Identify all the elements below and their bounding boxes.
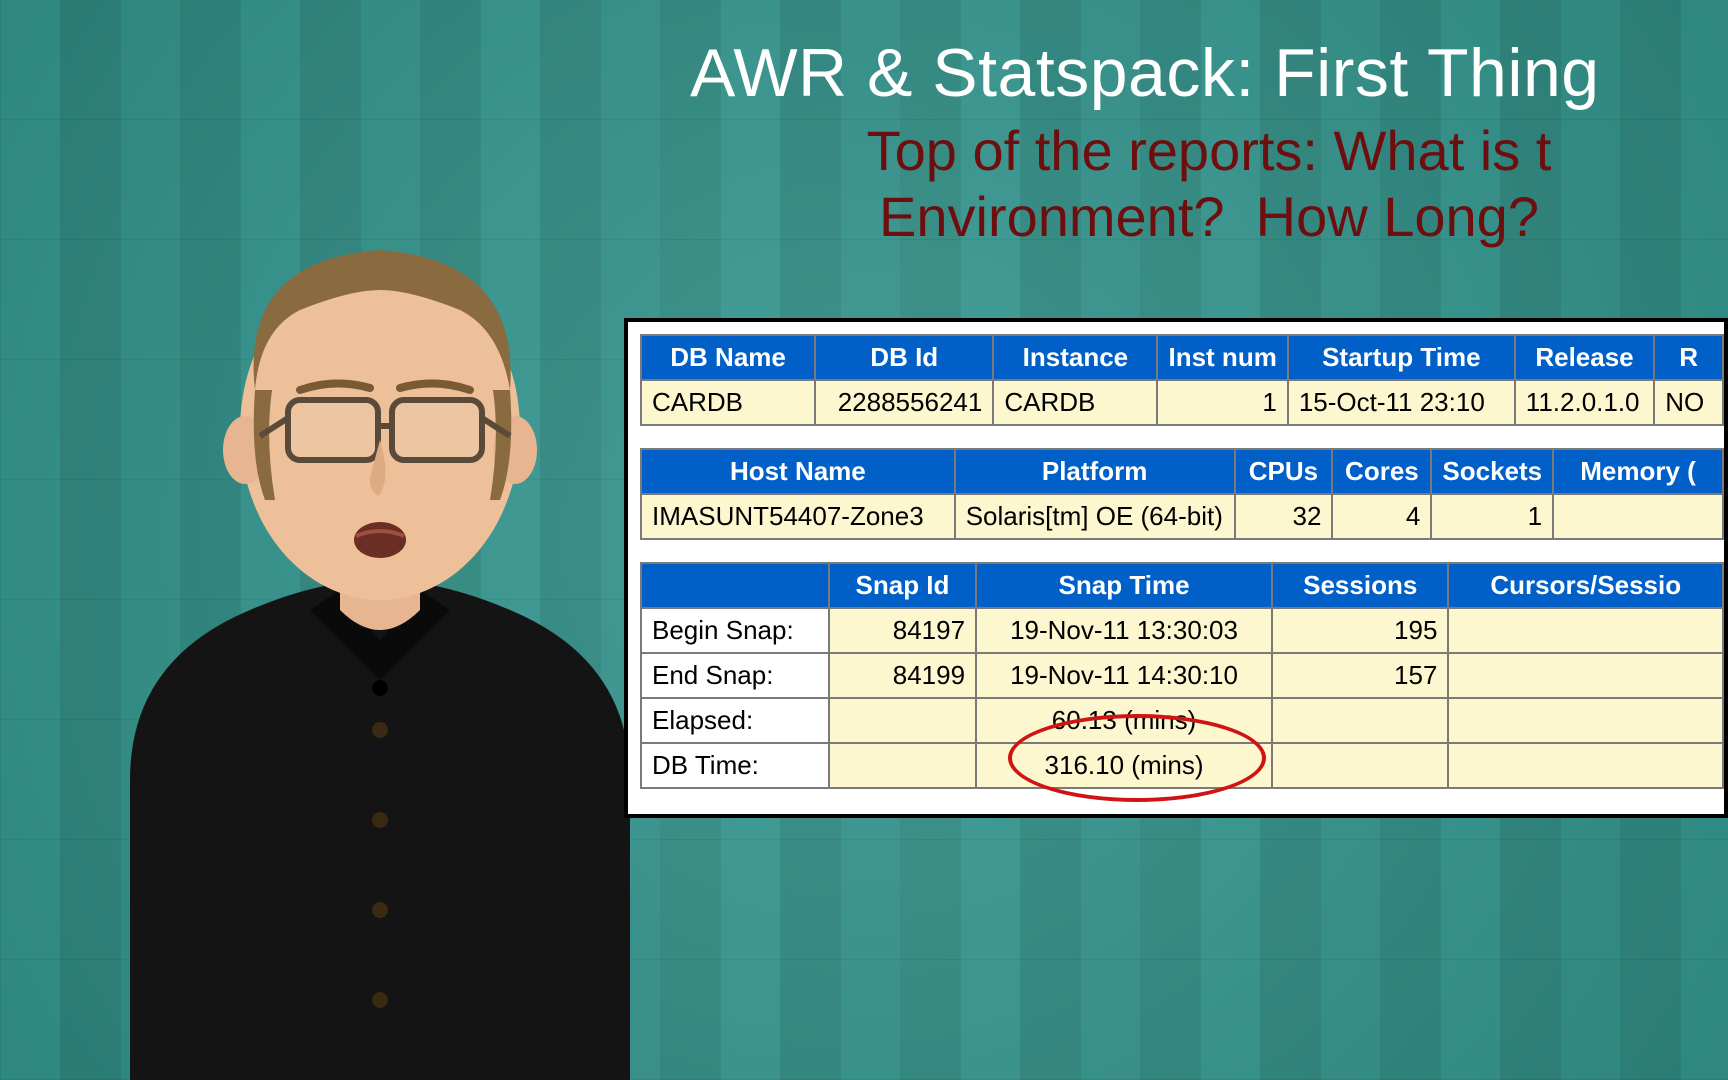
col-startup-time: Startup Time — [1288, 335, 1515, 380]
col-cpus: CPUs — [1235, 449, 1333, 494]
row-label: Begin Snap: — [641, 608, 829, 653]
col-db-name: DB Name — [641, 335, 815, 380]
table-header-row: DB Name DB Id Instance Inst num Startup … — [641, 335, 1723, 380]
col-blank — [641, 563, 829, 608]
col-memory: Memory ( — [1553, 449, 1723, 494]
cell-startup-time: 15-Oct-11 23:10 — [1288, 380, 1515, 425]
col-sessions: Sessions — [1272, 563, 1448, 608]
cell-rac: NO — [1654, 380, 1723, 425]
col-db-id: DB Id — [815, 335, 993, 380]
col-snap-time: Snap Time — [976, 563, 1272, 608]
cell-release: 11.2.0.1.0 — [1515, 380, 1654, 425]
cell-cores: 4 — [1332, 494, 1431, 539]
table-row: Begin Snap: 84197 19-Nov-11 13:30:03 195 — [641, 608, 1723, 653]
cell-inst-num: 1 — [1157, 380, 1287, 425]
cell-snap-id — [829, 698, 976, 743]
col-platform: Platform — [955, 449, 1235, 494]
cell-snap-time: 19-Nov-11 14:30:10 — [976, 653, 1272, 698]
row-label: End Snap: — [641, 653, 829, 698]
slide-subtitle: Top of the reports: What is t Environmen… — [690, 118, 1728, 250]
cell-db-name: CARDB — [641, 380, 815, 425]
cell-sockets: 1 — [1431, 494, 1553, 539]
cell-snap-id — [829, 743, 976, 788]
cell-snap-id: 84197 — [829, 608, 976, 653]
host-table: Host Name Platform CPUs Cores Sockets Me… — [640, 448, 1724, 540]
cell-cursors — [1448, 608, 1723, 653]
table-row: IMASUNT54407-Zone3 Solaris[tm] OE (64-bi… — [641, 494, 1723, 539]
col-cores: Cores — [1332, 449, 1431, 494]
cell-snap-time-elapsed: 60.13 (mins) — [976, 698, 1272, 743]
cell-snap-time-dbtime: 316.10 (mins) — [976, 743, 1272, 788]
cell-sessions: 195 — [1272, 608, 1448, 653]
cell-cpus: 32 — [1235, 494, 1333, 539]
cell-cursors — [1448, 653, 1723, 698]
col-release: Release — [1515, 335, 1654, 380]
col-snap-id: Snap Id — [829, 563, 976, 608]
col-instance: Instance — [993, 335, 1157, 380]
cell-cursors — [1448, 698, 1723, 743]
table-row: End Snap: 84199 19-Nov-11 14:30:10 157 — [641, 653, 1723, 698]
cell-sessions: 157 — [1272, 653, 1448, 698]
table-header-row: Snap Id Snap Time Sessions Cursors/Sessi… — [641, 563, 1723, 608]
cell-platform: Solaris[tm] OE (64-bit) — [955, 494, 1235, 539]
snapshot-table: Snap Id Snap Time Sessions Cursors/Sessi… — [640, 562, 1724, 789]
col-inst-num: Inst num — [1157, 335, 1287, 380]
cell-cursors — [1448, 743, 1723, 788]
col-rac: R — [1654, 335, 1723, 380]
cell-db-id: 2288556241 — [815, 380, 993, 425]
cell-memory — [1553, 494, 1723, 539]
col-cursors: Cursors/Sessio — [1448, 563, 1723, 608]
row-label: Elapsed: — [641, 698, 829, 743]
cell-instance: CARDB — [993, 380, 1157, 425]
db-instance-table: DB Name DB Id Instance Inst num Startup … — [640, 334, 1724, 426]
table-row: DB Time: 316.10 (mins) — [641, 743, 1723, 788]
cell-sessions — [1272, 743, 1448, 788]
table-row: Elapsed: 60.13 (mins) — [641, 698, 1723, 743]
row-label: DB Time: — [641, 743, 829, 788]
cell-sessions — [1272, 698, 1448, 743]
cell-snap-id: 84199 — [829, 653, 976, 698]
table-header-row: Host Name Platform CPUs Cores Sockets Me… — [641, 449, 1723, 494]
slide-title: AWR & Statspack: First Thing — [690, 34, 1728, 112]
cell-host-name: IMASUNT54407-Zone3 — [641, 494, 955, 539]
col-sockets: Sockets — [1431, 449, 1553, 494]
table-row: CARDB 2288556241 CARDB 1 15-Oct-11 23:10… — [641, 380, 1723, 425]
cell-snap-time: 19-Nov-11 13:30:03 — [976, 608, 1272, 653]
col-host-name: Host Name — [641, 449, 955, 494]
awr-report-panel: DB Name DB Id Instance Inst num Startup … — [624, 318, 1728, 818]
